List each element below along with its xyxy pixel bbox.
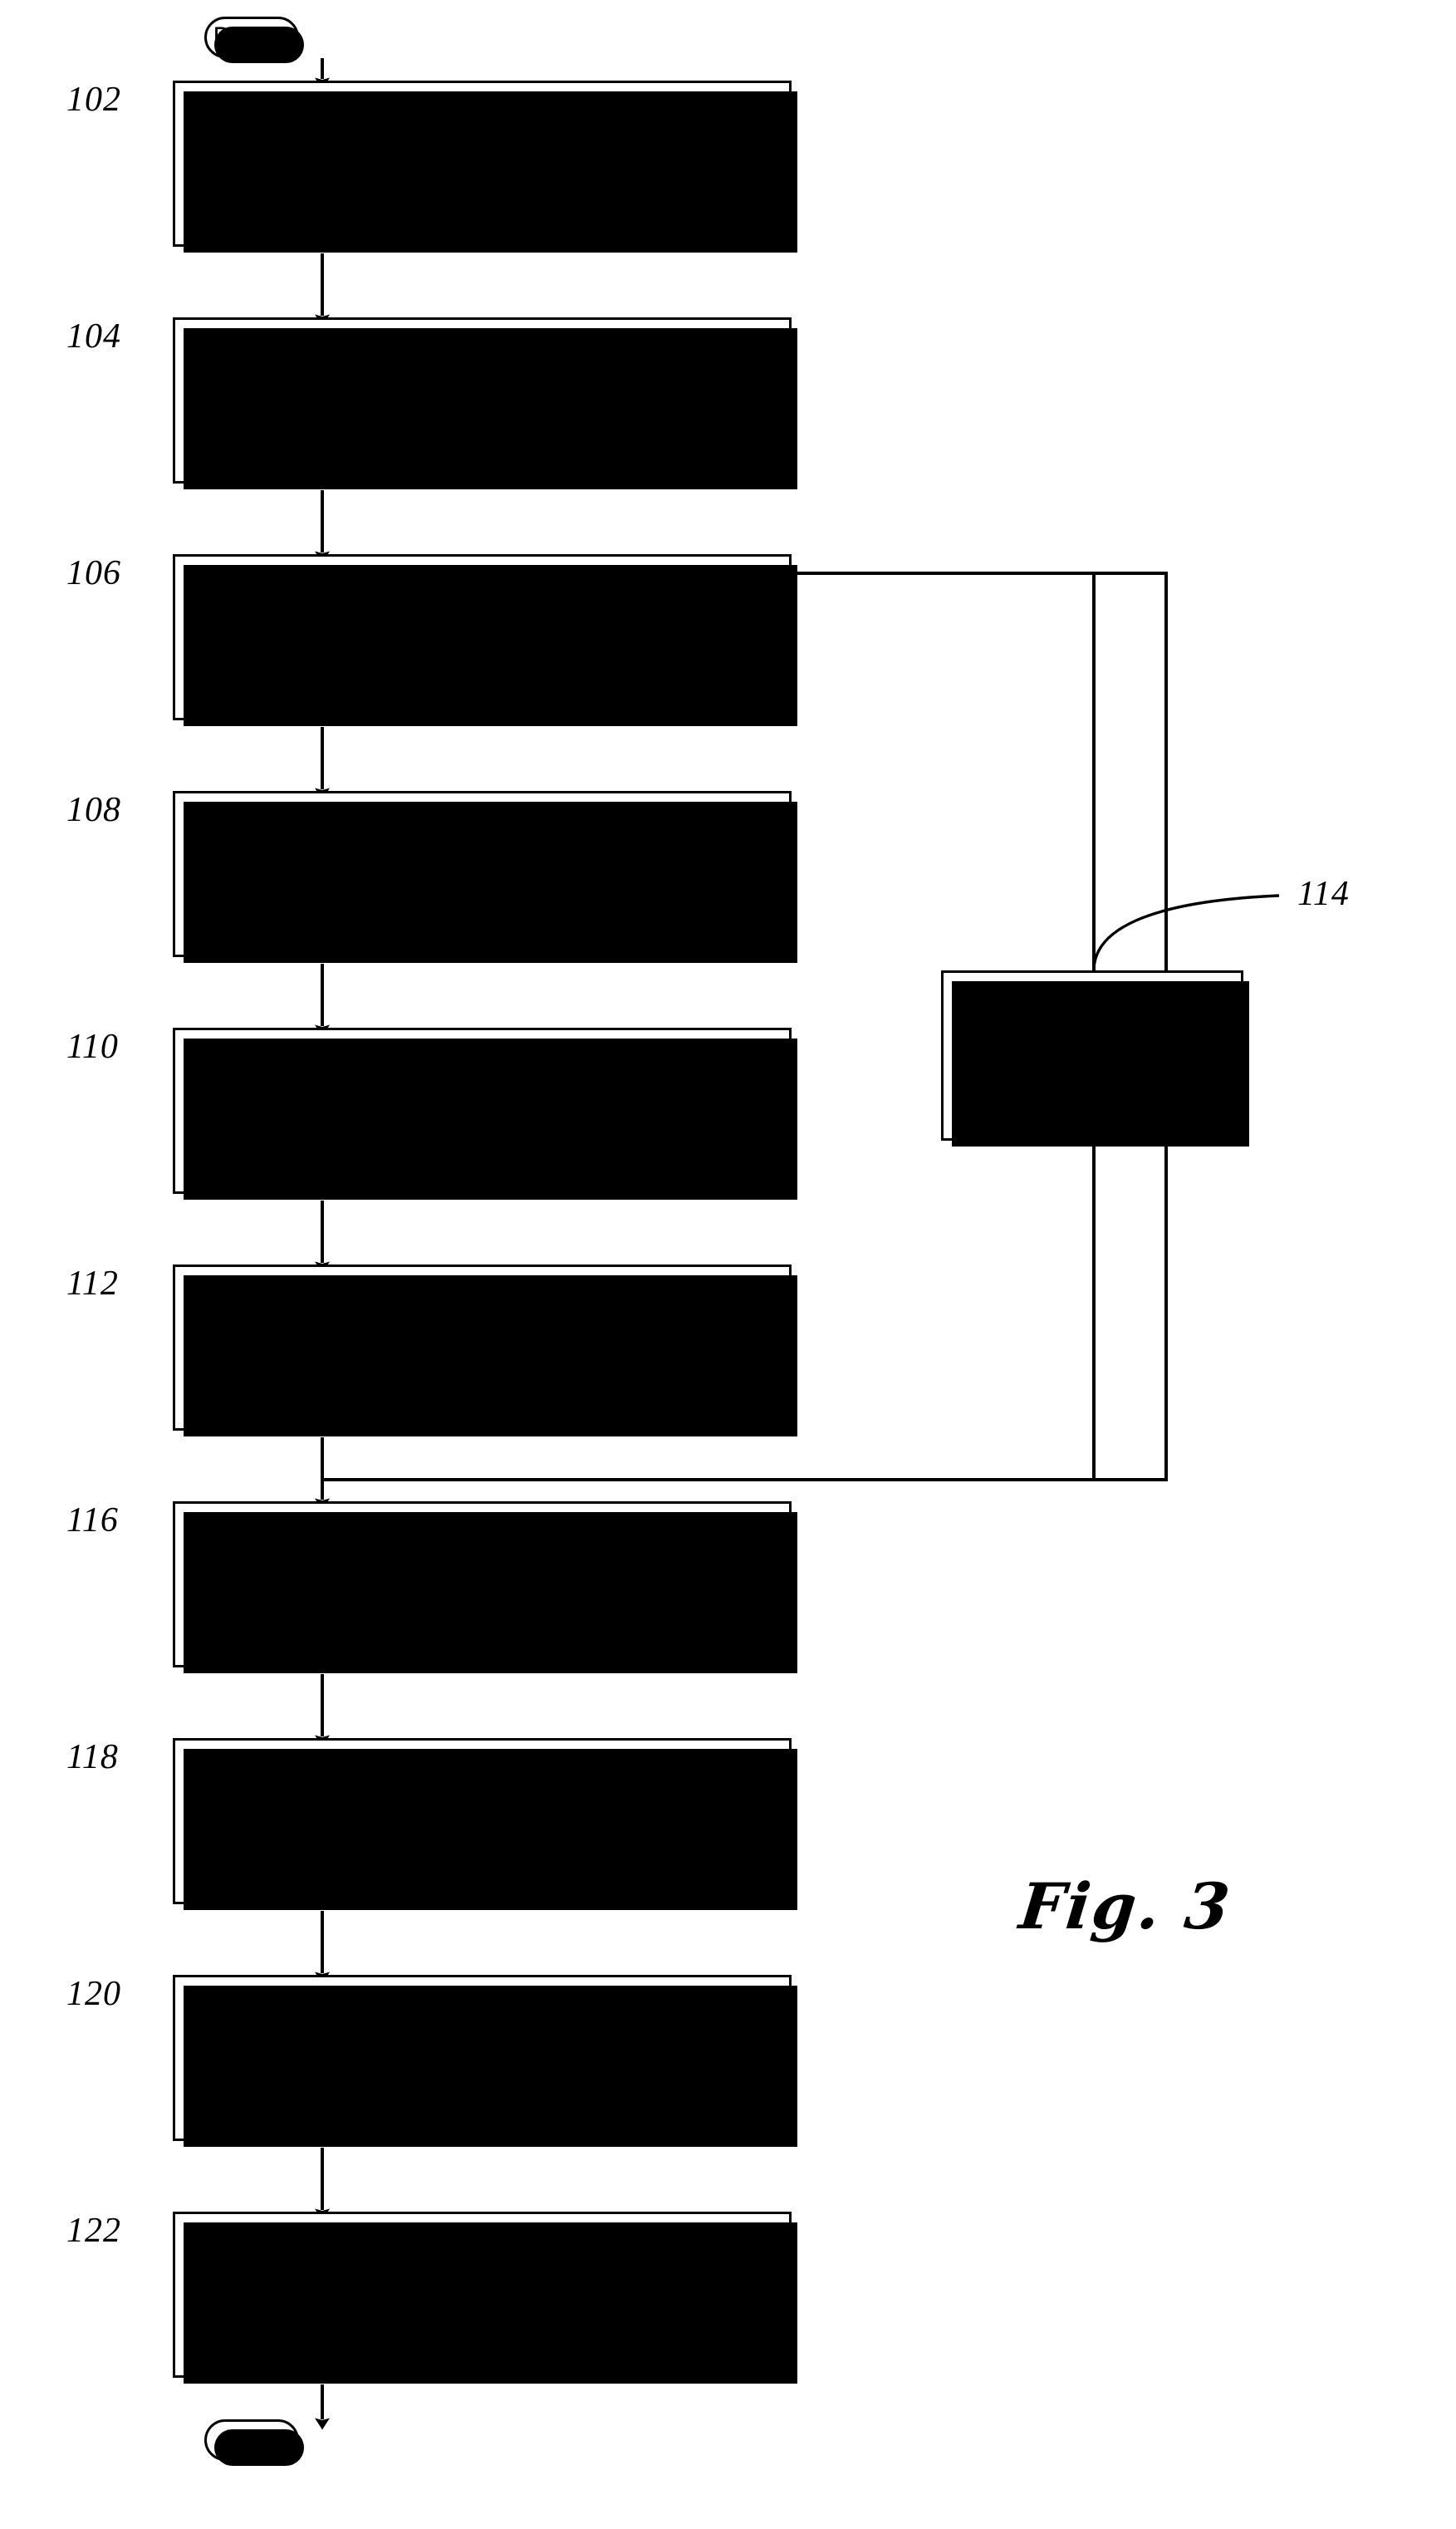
- terminator-end-label: END: [225, 2423, 278, 2457]
- patent-figure-page: BEGIN OBTAIN IMAGE FROM FAR IR CAMERA 10…: [0, 0, 1456, 2529]
- reference-numeral-122: 122: [66, 2212, 121, 2250]
- process-node-search-connected-components: SEARCH THRESHOLD IMAGE FOR CONNECTED COM…: [173, 791, 797, 963]
- process-node-determine-convergence-label: DETERMINE THE PRESENCE OF A CONVERGENCE …: [277, 1786, 687, 1854]
- process-node-increase-threshold-value-label: INCREASE THRESHOLD VALUE: [970, 1020, 1214, 1089]
- process-node-calculate-centroid-angle: CALCULATE CENTROID ANGLE FOR EACH LARGES…: [173, 1501, 797, 1673]
- process-node-determine-pixel-values-label: DETERMINE LARGEST COMPONENT THRESHOLD IM…: [319, 2005, 645, 2109]
- terminator-end: END: [204, 2419, 304, 2466]
- figure-caption: Fig. 3: [1016, 1869, 1235, 1943]
- reference-leader-lines: [1092, 894, 1280, 971]
- process-node-increase-threshold-value: INCREASE THRESHOLD VALUE: [941, 970, 1249, 1147]
- process-node-determine-thermal-object: DETERMINE PRESENCE OF OBJECT OF THERMAL …: [173, 2212, 797, 2384]
- process-node-order-components: ORDER COMPONENTS BASED ON MAGNITUDE: [173, 1028, 797, 1200]
- process-node-determine-convergence: DETERMINE THE PRESENCE OF A CONVERGENCE …: [173, 1738, 797, 1910]
- reference-numeral-118: 118: [66, 1738, 119, 1776]
- process-node-obtain-image: OBTAIN IMAGE FROM FAR IR CAMERA: [173, 81, 797, 253]
- reference-numeral-102: 102: [66, 81, 121, 119]
- process-node-crop-image: CROP TOP AND BOTTOM OF THE IMAGE: [173, 317, 797, 489]
- reference-numeral-104: 104: [66, 317, 121, 356]
- reference-numeral-114: 114: [1297, 875, 1350, 913]
- process-node-calculate-centroid-angle-label: CALCULATE CENTROID ANGLE FOR EACH LARGES…: [269, 1531, 695, 1636]
- process-node-obtain-image-label: OBTAIN IMAGE FROM FAR IR CAMERA: [351, 129, 614, 197]
- process-node-search-connected-components-label: SEARCH THRESHOLD IMAGE FOR CONNECTED COM…: [327, 821, 637, 926]
- reference-numeral-112: 112: [66, 1264, 119, 1303]
- reference-numeral-108: 108: [66, 791, 121, 829]
- reference-numeral-120: 120: [66, 1975, 121, 2013]
- process-node-threshold-image-label: THRESHOLD IMAGE USING THRESHOLD VALUE: [316, 602, 648, 670]
- process-node-threshold-image: THRESHOLD IMAGE USING THRESHOLD VALUE: [173, 554, 797, 726]
- process-node-determine-pixel-values: DETERMINE LARGEST COMPONENT THRESHOLD IM…: [173, 1975, 797, 2147]
- reference-numeral-106: 106: [66, 554, 121, 592]
- process-node-determine-thermal-object-label: DETERMINE PRESENCE OF OBJECT OF THERMAL …: [282, 2260, 682, 2328]
- leader-line-114: [1092, 894, 1280, 971]
- process-node-store-component-data: STORE COMPONENT THRESHOLD IMAGE DATA: [173, 1264, 797, 1436]
- process-node-store-component-data-label: STORE COMPONENT THRESHOLD IMAGE DATA: [325, 1313, 640, 1381]
- reference-numeral-116: 116: [66, 1501, 119, 1539]
- process-node-crop-image-label: CROP TOP AND BOTTOM OF THE IMAGE: [334, 366, 630, 434]
- reference-numeral-110: 110: [66, 1028, 119, 1066]
- process-node-order-components-label: ORDER COMPONENTS BASED ON MAGNITUDE: [337, 1076, 627, 1144]
- terminator-begin: BEGIN: [204, 17, 304, 63]
- terminator-begin-label: BEGIN: [213, 21, 291, 54]
